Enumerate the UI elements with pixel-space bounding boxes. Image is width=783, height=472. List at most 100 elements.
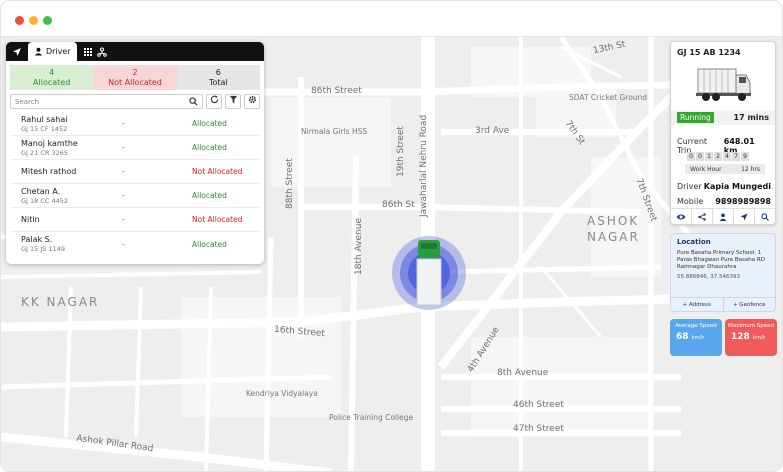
driver-row: Driver Kapia Mungedi — [677, 182, 771, 191]
vehicle-marker[interactable] — [416, 240, 442, 306]
allocation-summary: 4 Allocated 2 Not Allocated 6 Total — [10, 65, 260, 90]
work-hour-value: 12 hrs — [741, 165, 760, 173]
count-value: 2 — [132, 68, 138, 77]
count-not-allocated[interactable]: 2 Not Allocated — [93, 65, 177, 90]
tab-driver-label: Driver — [46, 47, 71, 56]
location-coordinates: 55.886846, 37.546393 — [677, 274, 740, 280]
vehicle-plate-title: GJ 15 AB 1234 — [677, 48, 741, 57]
street-label: 19th Street — [396, 126, 406, 177]
share-icon — [698, 212, 706, 221]
odometer-digit: 9 — [741, 152, 749, 161]
app-window: 13th St 86th Street 3rd Ave 7th St 88th … — [0, 0, 783, 472]
search-placeholder: Search — [15, 98, 40, 106]
driver-name: Manoj kamthe — [21, 138, 78, 148]
odometer-digit: 0 — [687, 152, 695, 161]
search-input[interactable]: Search — [10, 94, 203, 109]
view-button[interactable] — [671, 209, 692, 224]
add-address-button[interactable]: + Address — [671, 298, 724, 311]
poi-label: Nirmala Girls HSS — [301, 127, 368, 136]
maximum-speed-value: 128 — [731, 332, 750, 342]
title-bar — [1, 1, 782, 37]
status-badge: Allocated — [192, 239, 227, 249]
street-label: 47th Street — [513, 424, 564, 434]
navigate-icon — [13, 47, 21, 56]
poi-label: SDAT Cricket Ground — [569, 93, 648, 102]
odometer-digit: 4 — [723, 152, 731, 161]
count-label: Not Allocated — [108, 78, 162, 87]
street-label: Jawaharlal Nehru Road — [419, 114, 429, 217]
poi-label: Police Training College — [329, 413, 414, 422]
driver-name: Mitesh rathod — [21, 166, 77, 176]
panel-tabs: Driver — [6, 42, 264, 61]
minimize-window-button[interactable] — [29, 16, 38, 25]
street-label: 86th St — [382, 200, 415, 210]
status-duration: 17 mins — [733, 113, 769, 122]
average-speed-value: 68 — [676, 332, 689, 342]
count-total[interactable]: 6 Total — [176, 65, 260, 90]
list-item[interactable]: Rahul sahai GJ 15 CF 1452 - Allocated — [10, 112, 260, 136]
mobile-value: 9898989898 — [715, 197, 771, 206]
tab-navigate[interactable] — [6, 42, 28, 61]
share-button[interactable] — [692, 209, 713, 224]
close-window-button[interactable] — [15, 16, 24, 25]
street-label: 86th Street — [311, 86, 362, 96]
zoom-icon — [761, 212, 769, 221]
area-label: NAGAR — [587, 230, 640, 244]
row-dash: - — [122, 191, 125, 200]
maximum-speed-label: Maximum Speed — [727, 323, 775, 329]
driver-panel: Driver 4 Allocated 2 Not Allocated 6 Tot… — [6, 42, 264, 264]
maximize-window-button[interactable] — [43, 16, 52, 25]
work-hour: Work Hour 12 hrs — [685, 164, 765, 174]
count-allocated[interactable]: 4 Allocated — [10, 65, 94, 90]
vehicle-plate: GJ 15 CF 1452 — [21, 124, 68, 133]
vehicle-plate: GJ 18 CC 4452 — [21, 196, 69, 205]
refresh-icon — [210, 95, 218, 104]
street-label: 8th Avenue — [497, 368, 549, 378]
list-item[interactable]: Chetan A. GJ 18 CC 4452 - Allocated — [10, 184, 260, 208]
status-badge: Not Allocated — [192, 215, 243, 224]
area-label: ASHOK — [587, 214, 640, 228]
odometer-digit: 1 — [705, 152, 713, 161]
mobile-label: Mobile — [677, 197, 704, 206]
list-item[interactable]: Mitesh rathod - Not Allocated — [10, 160, 260, 184]
status-badge: Allocated — [192, 119, 227, 128]
tab-driver[interactable]: Driver — [28, 42, 77, 61]
navigate-icon — [740, 213, 748, 220]
mobile-row: Mobile 9898989898 — [677, 197, 771, 206]
row-dash: - — [122, 215, 125, 224]
tab-grid[interactable] — [77, 42, 113, 61]
filter-button[interactable] — [225, 94, 241, 109]
driver-name: Nitin — [21, 214, 40, 224]
driver-list: Rahul sahai GJ 15 CF 1452 - Allocated Man… — [10, 112, 260, 256]
driver-name: Rahul sahai — [21, 114, 68, 124]
maximum-speed-card: Maximum Speed 128 km/h — [725, 319, 777, 356]
vehicle-action-bar — [671, 208, 775, 224]
add-geofence-button[interactable]: + Geofence — [724, 298, 776, 311]
poi-label: Kendriya Vidyalaya — [246, 389, 318, 398]
list-item[interactable]: Manoj kamthe GJ 21 CR 3265 - Allocated — [10, 136, 260, 160]
count-value: 6 — [215, 68, 221, 77]
count-label: Allocated — [33, 78, 71, 87]
odometer-digit: 7 — [732, 152, 740, 161]
list-item[interactable]: Nitin - Not Allocated — [10, 208, 260, 232]
location-title: Location — [677, 238, 711, 246]
zoom-button[interactable] — [755, 209, 775, 224]
vehicle-status-bar: Running 17 mins — [671, 110, 775, 125]
driver-name: Palak S. — [21, 235, 53, 244]
refresh-button[interactable] — [206, 94, 222, 109]
network-icon — [96, 47, 107, 57]
count-label: Total — [208, 78, 228, 87]
settings-button[interactable] — [244, 94, 260, 109]
driver-value: Kapia Mungedi — [703, 182, 771, 191]
driver-info-button[interactable] — [713, 209, 734, 224]
vehicle-plate: GJ 21 CR 3265 — [21, 148, 69, 157]
location-actions: + Address + Geofence — [671, 297, 775, 311]
average-speed-label: Average Speed — [675, 323, 717, 329]
maximum-speed-unit: km/h — [752, 335, 766, 341]
truck-image — [696, 68, 751, 101]
count-value: 4 — [49, 68, 55, 77]
list-item[interactable]: Palak S. GJ 15 JS 1149 - Allocated — [10, 232, 260, 256]
odometer: 0 0 1 2 4 7 9 — [687, 152, 749, 161]
row-dash: - — [122, 167, 125, 176]
navigate-button[interactable] — [734, 209, 755, 224]
